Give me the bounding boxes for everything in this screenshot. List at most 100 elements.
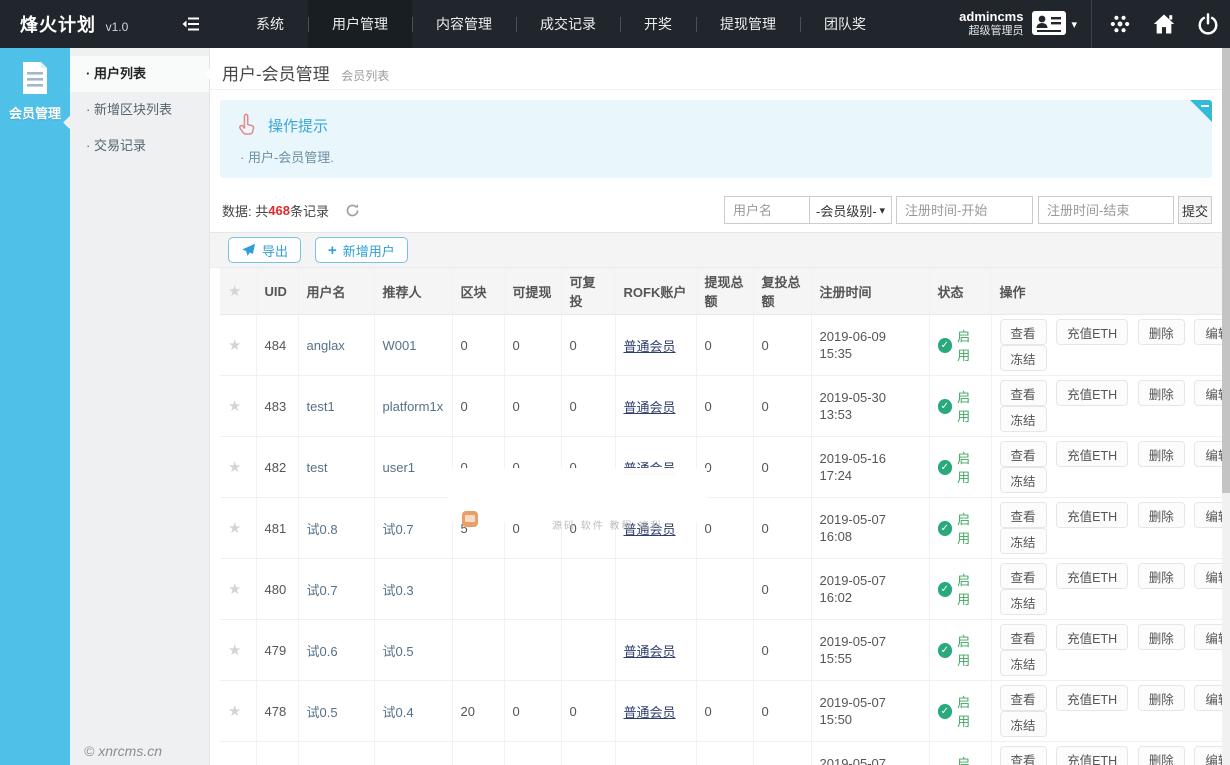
- cell-referrer: user1: [374, 437, 452, 498]
- register-end-input[interactable]: [1038, 196, 1174, 224]
- nav-menu-item[interactable]: 开奖: [620, 0, 696, 48]
- view-button[interactable]: 查看: [1000, 319, 1047, 345]
- col-header-reg-time: 注册时间: [811, 268, 929, 315]
- cell-actions: 查看 充值ETH 删除 编辑 冻结: [991, 437, 1222, 498]
- check-circle-icon: ✓: [938, 399, 953, 414]
- cell-reg-time: 2019-05-07 15:50: [811, 681, 929, 742]
- freeze-button[interactable]: 冻结: [1000, 345, 1047, 371]
- member-level-link[interactable]: 普通会员: [624, 705, 676, 720]
- view-button[interactable]: 查看: [1000, 563, 1047, 589]
- sidebar-group-members[interactable]: 会员管理: [0, 48, 70, 122]
- view-button[interactable]: 查看: [1000, 624, 1047, 650]
- member-level-select[interactable]: -会员级别- ▾: [810, 196, 892, 224]
- recharge-eth-button[interactable]: 充值ETH: [1056, 441, 1128, 467]
- sidebar-submenu-item[interactable]: · 新增区块列表: [70, 92, 209, 128]
- member-level-link[interactable]: 普通会员: [624, 644, 676, 659]
- nav-menu-item[interactable]: 团队奖: [800, 0, 890, 48]
- cell-actions: 查看 充值ETH 删除 编辑 冻结: [991, 315, 1222, 376]
- edit-button[interactable]: 编辑: [1194, 746, 1222, 765]
- sidebar-toggle-icon[interactable]: [178, 0, 204, 48]
- freeze-button[interactable]: 冻结: [1000, 528, 1047, 554]
- favorite-star-icon[interactable]: ★: [228, 337, 241, 354]
- view-button[interactable]: 查看: [1000, 441, 1047, 467]
- delete-button[interactable]: 删除: [1138, 746, 1185, 765]
- submit-button[interactable]: 提交: [1178, 196, 1212, 224]
- freeze-button[interactable]: 冻结: [1000, 467, 1047, 493]
- recharge-eth-button[interactable]: 充值ETH: [1056, 563, 1128, 589]
- vertical-scrollbar[interactable]: [1222, 48, 1230, 765]
- cell-block: 20: [452, 681, 504, 742]
- cell-username: test1: [298, 376, 374, 437]
- freeze-button[interactable]: 冻结: [1000, 711, 1047, 737]
- edit-button[interactable]: 编辑: [1194, 441, 1222, 467]
- check-circle-icon: ✓: [938, 521, 953, 536]
- nav-menu-item[interactable]: 提现管理: [696, 0, 800, 48]
- favorite-star-icon[interactable]: ★: [228, 398, 241, 415]
- cell-reg-time: 2019-06-09 15:35: [811, 315, 929, 376]
- member-level-link[interactable]: 普通会员: [624, 400, 676, 415]
- user-idcard-icon[interactable]: [1031, 8, 1067, 41]
- edit-button[interactable]: 编辑: [1194, 685, 1222, 711]
- favorite-star-icon[interactable]: ★: [228, 703, 241, 720]
- recharge-eth-button[interactable]: 充值ETH: [1056, 685, 1128, 711]
- nav-menu-item[interactable]: 成交记录: [516, 0, 620, 48]
- favorite-star-icon[interactable]: ★: [228, 642, 241, 659]
- view-button[interactable]: 查看: [1000, 380, 1047, 406]
- refresh-icon[interactable]: [345, 203, 360, 218]
- recharge-eth-button[interactable]: 充值ETH: [1056, 746, 1128, 765]
- edit-button[interactable]: 编辑: [1194, 502, 1222, 528]
- recharge-eth-button[interactable]: 充值ETH: [1056, 380, 1128, 406]
- home-icon[interactable]: [1142, 0, 1186, 48]
- nav-menu-item[interactable]: 系统: [232, 0, 308, 48]
- cell-actions: 查看 充值ETH 删除 编辑 冻结: [991, 376, 1222, 437]
- delete-button[interactable]: 删除: [1138, 441, 1185, 467]
- stats-prefix: 数据: 共: [222, 201, 268, 220]
- alert-collapse-corner[interactable]: [1190, 100, 1212, 122]
- apps-dots-icon[interactable]: [1098, 0, 1142, 48]
- freeze-button[interactable]: 冻结: [1000, 650, 1047, 676]
- favorite-star-icon[interactable]: ★: [228, 520, 241, 537]
- cell-withdraw-total: [696, 620, 753, 681]
- username-filter-input[interactable]: [724, 196, 810, 224]
- freeze-button[interactable]: 冻结: [1000, 406, 1047, 432]
- delete-button[interactable]: 删除: [1138, 563, 1185, 589]
- export-button[interactable]: 导出: [228, 237, 301, 263]
- delete-button[interactable]: 删除: [1138, 319, 1185, 345]
- view-button[interactable]: 查看: [1000, 502, 1047, 528]
- edit-button[interactable]: 编辑: [1194, 624, 1222, 650]
- favorite-star-icon[interactable]: ★: [228, 459, 241, 476]
- cell-reg-time: 2019-05-07 16:08: [811, 498, 929, 559]
- nav-menu-item[interactable]: 内容管理: [412, 0, 516, 48]
- scrollbar-thumb[interactable]: [1222, 48, 1230, 493]
- sidebar-submenu-item[interactable]: · 交易记录: [70, 128, 209, 164]
- recharge-eth-button[interactable]: 充值ETH: [1056, 624, 1128, 650]
- edit-button[interactable]: 编辑: [1194, 563, 1222, 589]
- user-dropdown-caret[interactable]: ▾: [1071, 18, 1077, 31]
- cell-withdrawable: [504, 620, 561, 681]
- register-start-input[interactable]: [896, 196, 1033, 224]
- document-icon: [19, 60, 51, 96]
- edit-button[interactable]: 编辑: [1194, 319, 1222, 345]
- edit-button[interactable]: 编辑: [1194, 380, 1222, 406]
- recharge-eth-button[interactable]: 充值ETH: [1056, 319, 1128, 345]
- check-circle-icon: ✓: [938, 704, 953, 719]
- delete-button[interactable]: 删除: [1138, 502, 1185, 528]
- delete-button[interactable]: 删除: [1138, 685, 1185, 711]
- delete-button[interactable]: 删除: [1138, 380, 1185, 406]
- view-button[interactable]: 查看: [1000, 685, 1047, 711]
- col-header-uid: UID: [256, 268, 298, 315]
- cell-actions: 查看 充值ETH 删除 编辑 冻结: [991, 620, 1222, 681]
- cell-uid: 483: [256, 376, 298, 437]
- freeze-button[interactable]: 冻结: [1000, 589, 1047, 615]
- favorite-star-icon[interactable]: ★: [228, 581, 241, 598]
- nav-menu-item[interactable]: 用户管理: [308, 0, 412, 48]
- select-caret-icon: ▾: [879, 204, 885, 217]
- delete-button[interactable]: 删除: [1138, 624, 1185, 650]
- sidebar-submenu-item[interactable]: · 用户列表: [70, 56, 209, 92]
- watermark-logo-icon: [462, 511, 478, 527]
- member-level-link[interactable]: 普通会员: [624, 339, 676, 354]
- view-button[interactable]: 查看: [1000, 746, 1047, 765]
- add-user-button[interactable]: + 新增用户: [315, 237, 408, 263]
- logout-power-icon[interactable]: [1186, 0, 1230, 48]
- recharge-eth-button[interactable]: 充值ETH: [1056, 502, 1128, 528]
